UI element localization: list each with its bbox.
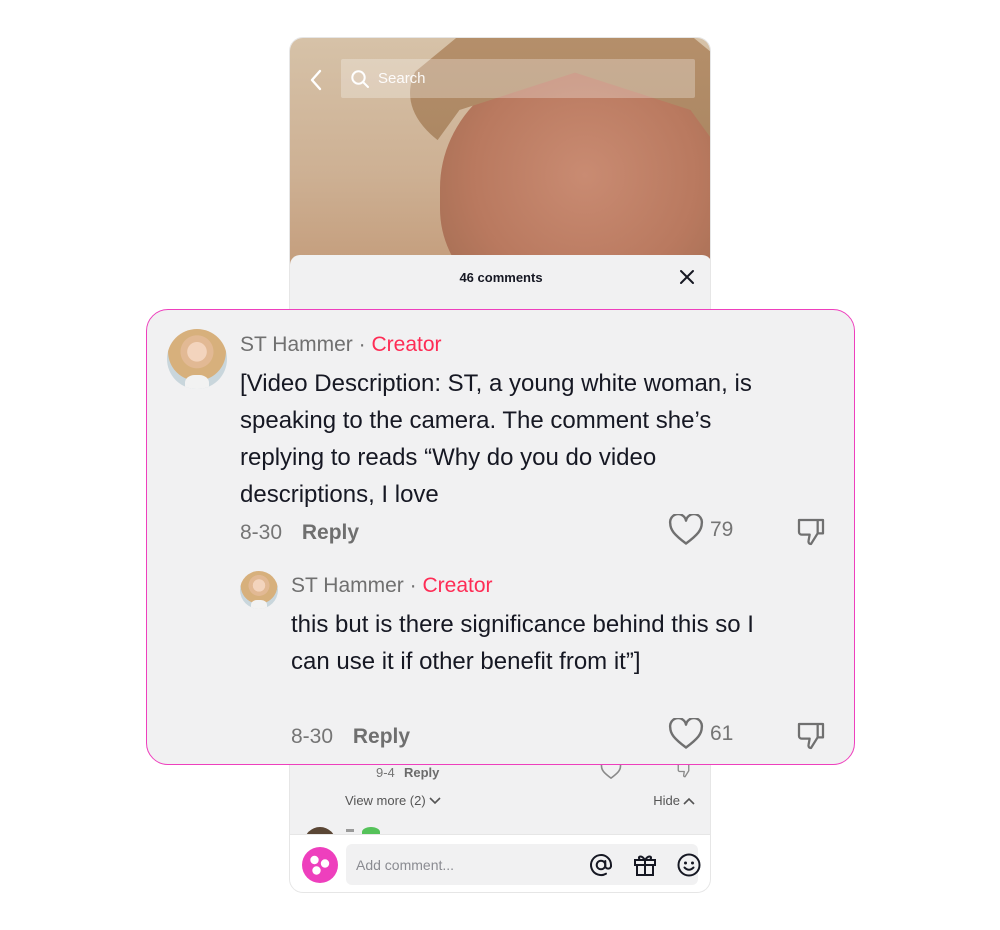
search-input[interactable]: Search (378, 70, 426, 87)
like-count: 61 (710, 722, 734, 745)
author-name[interactable]: ST Hammer (240, 333, 353, 356)
emoji-icon[interactable] (676, 852, 702, 878)
author-separator: · (358, 333, 366, 356)
comment-composer: Add comment... (290, 834, 710, 892)
video-player[interactable]: Search (290, 38, 710, 268)
back-arrow-icon (310, 69, 322, 91)
avatar-icon (310, 855, 330, 875)
composer-actions (588, 843, 702, 878)
gift-icon[interactable] (632, 852, 658, 878)
close-button[interactable] (676, 266, 698, 288)
reply-text: this but is there significance behind th… (291, 611, 754, 675)
reply-row-partial: 9-4 Reply (376, 761, 696, 785)
dislike-icon[interactable] (795, 516, 827, 548)
reply-meta: 8-30 Reply (291, 725, 410, 749)
like-count: 79 (710, 518, 734, 541)
comment-placeholder: Add comment... (356, 856, 455, 873)
reply-date: 9-4 (376, 765, 395, 780)
user-avatar (302, 847, 338, 883)
reply-link[interactable]: Reply (353, 725, 410, 748)
view-more-button[interactable]: View more (2) (345, 793, 441, 808)
highlighted-comment-card: ST Hammer · Creator [Video Description: … (146, 309, 855, 765)
view-more-label: View more (2) (345, 793, 426, 808)
hide-button[interactable]: Hide (653, 793, 695, 808)
chevron-up-icon (683, 797, 695, 805)
like-button[interactable]: 79 (668, 514, 733, 546)
heart-icon (668, 718, 704, 749)
dislike-icon[interactable] (795, 720, 827, 752)
avatar[interactable] (167, 329, 227, 389)
comment-meta: 8-30 Reply (240, 521, 359, 545)
author-separator: · (409, 574, 417, 597)
reply-date: 8-30 (291, 725, 334, 748)
comment-date: 8-30 (240, 521, 283, 544)
back-button[interactable] (304, 66, 328, 94)
search-bar[interactable]: Search (341, 59, 695, 98)
creator-badge: Creator (422, 574, 493, 597)
comment-author-line: ST Hammer · Creator (240, 333, 442, 357)
reply-link[interactable]: Reply (302, 521, 359, 544)
reply-author-line: ST Hammer · Creator (291, 574, 493, 598)
like-button[interactable]: 61 (668, 718, 733, 750)
comment-text: [Video Description: ST, a young white wo… (240, 370, 752, 508)
heart-icon (668, 514, 704, 545)
at-icon[interactable] (588, 852, 614, 878)
chevron-down-icon (429, 796, 441, 804)
close-icon (680, 270, 694, 284)
username-partial (346, 829, 354, 832)
hide-label: Hide (653, 793, 680, 808)
creator-badge: Creator (371, 333, 442, 356)
search-icon (351, 69, 369, 88)
comments-count-title: 46 comments (459, 269, 543, 285)
thread-controls: View more (2) Hide (345, 793, 695, 813)
author-name[interactable]: ST Hammer (291, 574, 404, 597)
avatar[interactable] (240, 571, 278, 609)
reply-link[interactable]: Reply (404, 765, 439, 780)
